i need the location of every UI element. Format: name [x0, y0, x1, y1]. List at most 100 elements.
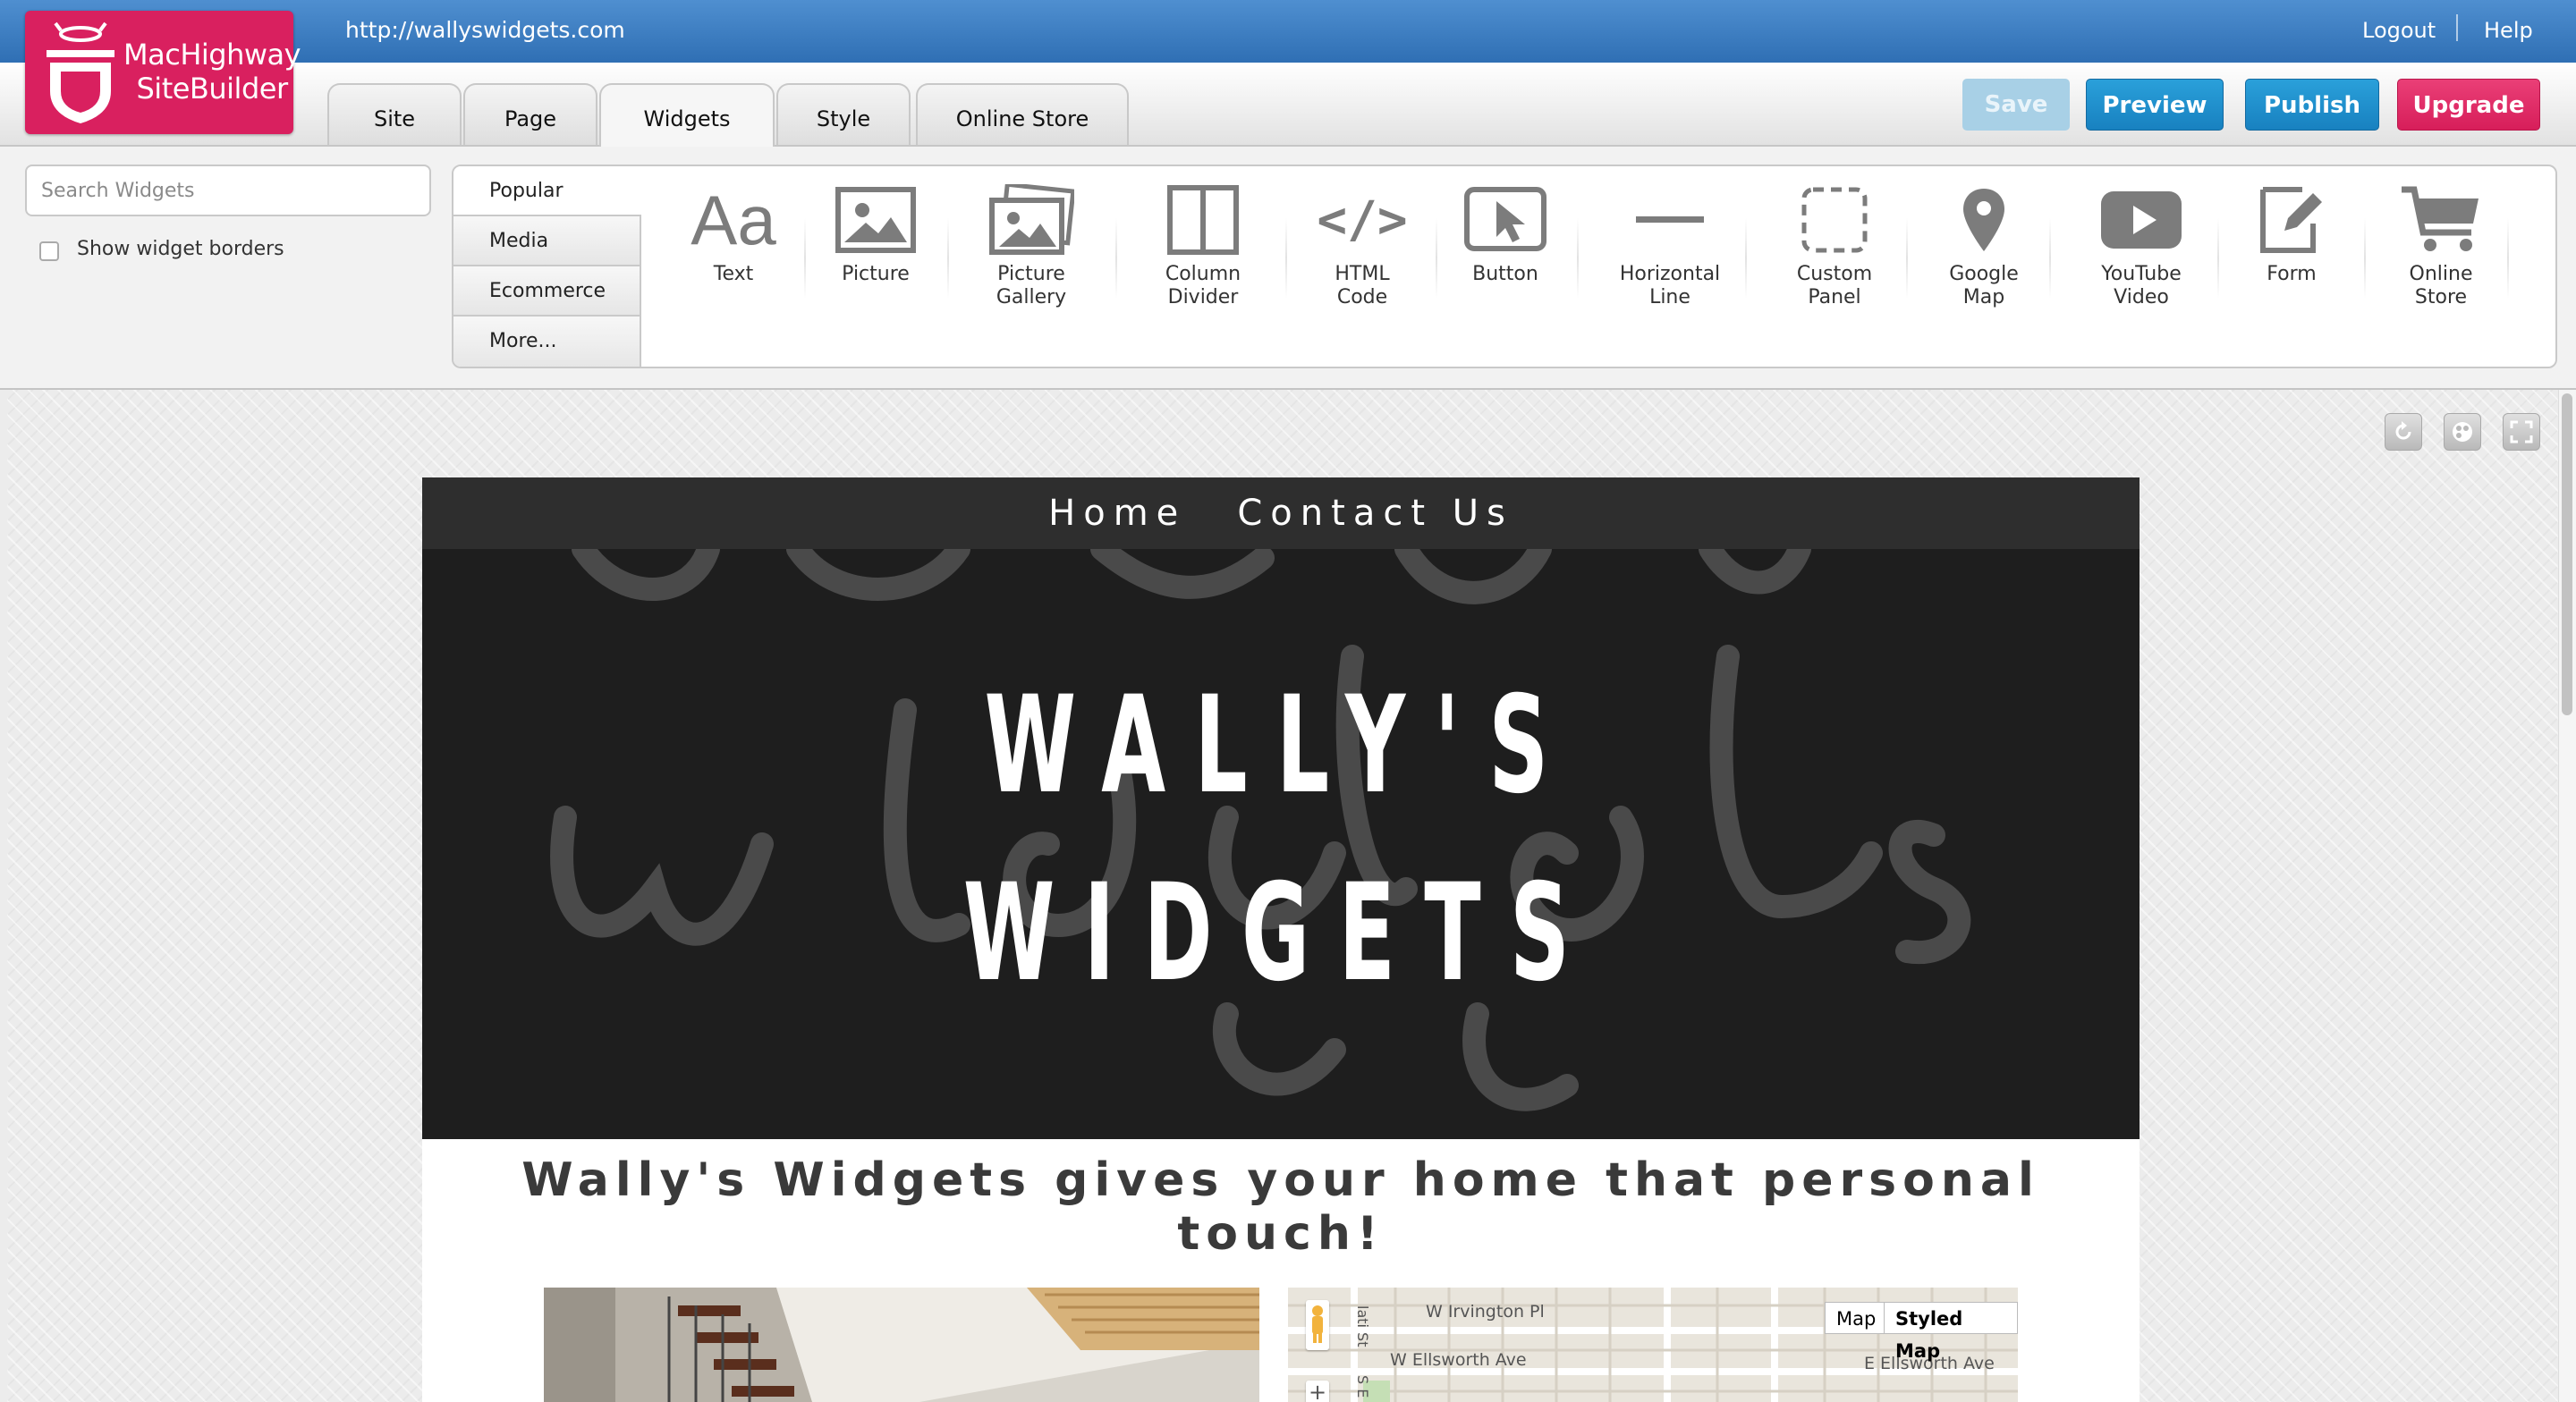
- widget-label: Custom Panel: [1796, 263, 1873, 308]
- upgrade-button[interactable]: Upgrade: [2397, 79, 2540, 131]
- category-more[interactable]: More...: [453, 317, 641, 367]
- refresh-icon[interactable]: [2385, 413, 2422, 451]
- widget-text[interactable]: Aa Text: [671, 181, 796, 286]
- widget-custom-panel[interactable]: Custom Panel: [1772, 184, 1897, 309]
- category-popular[interactable]: Popular: [453, 166, 641, 216]
- map-type-styled-button[interactable]: Styled Map: [1884, 1302, 2018, 1362]
- widget-separator: [1577, 218, 1579, 299]
- widget-label: Picture Gallery: [996, 263, 1067, 308]
- widget-picture-gallery[interactable]: Picture Gallery: [969, 184, 1094, 309]
- top-bar: http://wallyswidgets.com Logout Help: [0, 0, 2576, 63]
- machighway-logo[interactable]: MacHighway SiteBuilder: [25, 11, 301, 134]
- widget-label: Picture: [842, 263, 910, 285]
- picture-icon: [831, 184, 920, 256]
- widget-column-divider[interactable]: Column Divider: [1140, 184, 1266, 309]
- street-label: W Irvington Pl: [1426, 1302, 1545, 1322]
- scrollbar-thumb[interactable]: [2562, 393, 2572, 715]
- preview-button[interactable]: Preview: [2086, 79, 2224, 131]
- interior-photo[interactable]: [544, 1288, 1259, 1402]
- tab-style[interactable]: Style: [776, 83, 911, 145]
- widget-separator: [1285, 218, 1287, 299]
- map-zoom-in-button[interactable]: +: [1306, 1381, 1329, 1402]
- widget-picture[interactable]: Picture: [813, 184, 938, 286]
- widget-label: Horizontal Line: [1619, 263, 1721, 308]
- street-label: W Ellsworth Ave: [1390, 1350, 1527, 1370]
- site-nav: Home Contact Us: [422, 477, 2140, 549]
- widget-separator: [1745, 218, 1747, 299]
- save-button[interactable]: Save: [1962, 79, 2070, 131]
- custom-panel-icon: [1790, 184, 1879, 256]
- topbar-divider: [2456, 14, 2458, 41]
- widget-separator: [2364, 218, 2366, 299]
- widget-separator: [804, 218, 806, 299]
- hero-title-line-2: WIDGETS: [962, 856, 1599, 1011]
- site-preview: Home Contact Us WALLY'S WIDGETS Wally's …: [422, 477, 2140, 1402]
- widget-html-code[interactable]: </> HTML Code: [1300, 184, 1425, 309]
- nav-contact-us[interactable]: Contact Us: [1237, 477, 1513, 549]
- widget-form[interactable]: Form: [2229, 184, 2354, 286]
- site-url[interactable]: http://wallyswidgets.com: [345, 0, 625, 63]
- logout-link[interactable]: Logout: [2362, 0, 2436, 63]
- widget-separator: [1906, 218, 1908, 299]
- tagline-heading[interactable]: Wally's Widgets gives your home that per…: [422, 1153, 2140, 1261]
- tab-online-store[interactable]: Online Store: [916, 83, 1129, 145]
- category-ecommerce[interactable]: Ecommerce: [453, 266, 641, 317]
- text-icon-glyph: Aa: [691, 180, 776, 259]
- gallery-icon: [987, 184, 1076, 256]
- horizontal-line-icon: [1625, 184, 1715, 256]
- widget-horizontal-line[interactable]: Horizontal Line: [1607, 184, 1733, 309]
- publish-button[interactable]: Publish: [2245, 79, 2379, 131]
- form-icon: [2247, 184, 2336, 256]
- google-map-embed[interactable]: + W Irvington Pl W Ellsworth Ave E Ellsw…: [1288, 1288, 2018, 1402]
- text-icon: Aa: [689, 181, 778, 259]
- map-type-map-button[interactable]: Map: [1825, 1302, 1888, 1334]
- hero-banner[interactable]: WALLY'S WIDGETS: [422, 549, 2140, 1139]
- show-borders-checkbox[interactable]: [39, 241, 59, 261]
- hero-title: WALLY'S WIDGETS: [749, 652, 1813, 1027]
- hero-title-line-1: WALLY'S: [984, 668, 1578, 823]
- search-widgets-input[interactable]: [25, 165, 431, 216]
- category-media[interactable]: Media: [453, 216, 641, 266]
- widget-label: Google Map: [1949, 263, 2019, 308]
- street-label: lati St: [1354, 1305, 1371, 1347]
- help-link[interactable]: Help: [2484, 0, 2533, 63]
- logo-line-1: MacHighway: [123, 38, 301, 72]
- widget-separator: [1115, 218, 1117, 299]
- widget-youtube-video[interactable]: YouTube Video: [2079, 184, 2204, 309]
- youtube-icon: [2097, 184, 2186, 256]
- interior-photo-image: [544, 1288, 1259, 1402]
- tab-page[interactable]: Page: [463, 83, 597, 145]
- tab-widgets[interactable]: Widgets: [599, 83, 775, 147]
- widget-label: Column Divider: [1165, 263, 1241, 308]
- fullscreen-icon[interactable]: [2503, 413, 2540, 451]
- widget-label: Text: [713, 263, 754, 285]
- widget-separator: [2217, 218, 2219, 299]
- cursor-icon: [1461, 184, 1550, 256]
- code-icon-glyph: </>: [1317, 190, 1408, 249]
- widget-separator: [2507, 218, 2509, 299]
- widget-separator: [947, 218, 949, 299]
- widget-separator: [2049, 218, 2051, 299]
- tab-site[interactable]: Site: [327, 83, 462, 145]
- widget-label: Form: [2267, 263, 2317, 285]
- widget-label: Button: [1472, 263, 1538, 285]
- widget-google-map[interactable]: Google Map: [1921, 184, 2046, 309]
- widget-label: Online Store: [2409, 263, 2473, 308]
- logo-text: MacHighway SiteBuilder: [123, 38, 301, 106]
- street-label: S E: [1354, 1375, 1371, 1398]
- street-view-pegman-icon[interactable]: [1306, 1300, 1329, 1350]
- shield-logo-icon: [47, 21, 114, 123]
- widget-online-store[interactable]: Online Store: [2378, 184, 2504, 309]
- widget-label: HTML Code: [1335, 263, 1390, 308]
- widget-label: YouTube Video: [2101, 263, 2182, 308]
- map-pin-icon: [1939, 184, 2029, 256]
- column-divider-icon: [1158, 184, 1248, 256]
- show-borders-label: Show widget borders: [77, 238, 284, 260]
- palette-icon[interactable]: [2444, 413, 2481, 451]
- widget-separator: [1436, 218, 1437, 299]
- widget-palette: Popular Media Ecommerce More... Aa Text …: [452, 165, 2557, 368]
- nav-home[interactable]: Home: [1048, 477, 1186, 549]
- code-icon: </>: [1317, 184, 1408, 256]
- widget-button[interactable]: Button: [1443, 184, 1568, 286]
- cart-icon: [2396, 184, 2486, 256]
